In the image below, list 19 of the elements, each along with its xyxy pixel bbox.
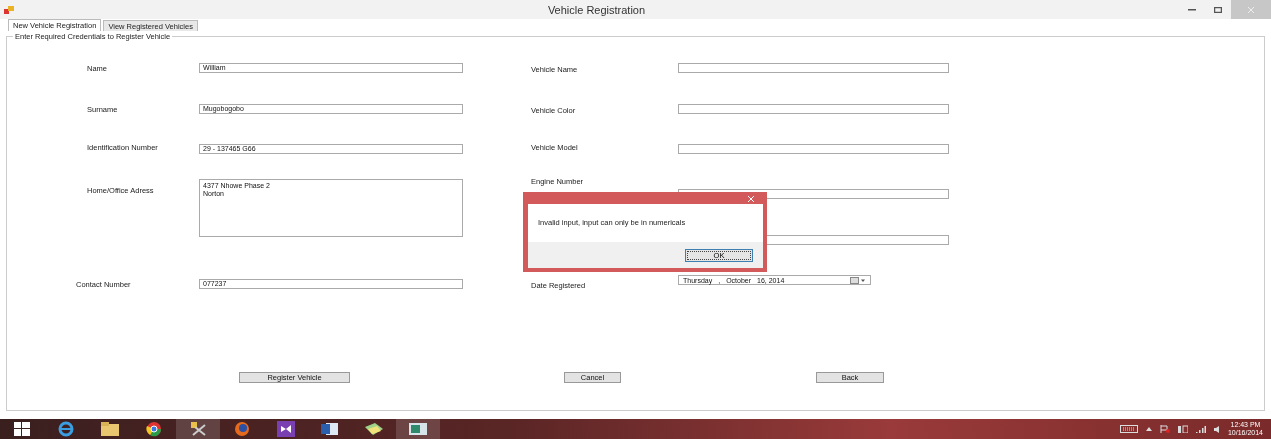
text-field[interactable] [678,63,949,73]
signal-icon[interactable] [1195,425,1206,433]
keyboard-icon[interactable] [1119,425,1138,433]
app-icon [4,5,14,14]
speaker-icon[interactable] [1213,425,1220,433]
flag-icon[interactable] [1159,425,1170,433]
window-title: Vehicle Registration [546,3,647,16]
windows-logo-icon [14,422,30,436]
network-icon[interactable] [1177,425,1188,433]
caret-icon[interactable] [1145,427,1152,431]
close-icon [748,196,754,202]
app-window-icon[interactable] [396,419,440,439]
calendar-dropdown-icon[interactable] [850,276,866,284]
close-icon [1248,6,1254,13]
text-field[interactable] [678,144,949,154]
text-field[interactable] [678,104,949,114]
minimize-icon [1188,8,1196,11]
tools-icon[interactable] [176,419,220,439]
restore-icon [1214,6,1222,13]
